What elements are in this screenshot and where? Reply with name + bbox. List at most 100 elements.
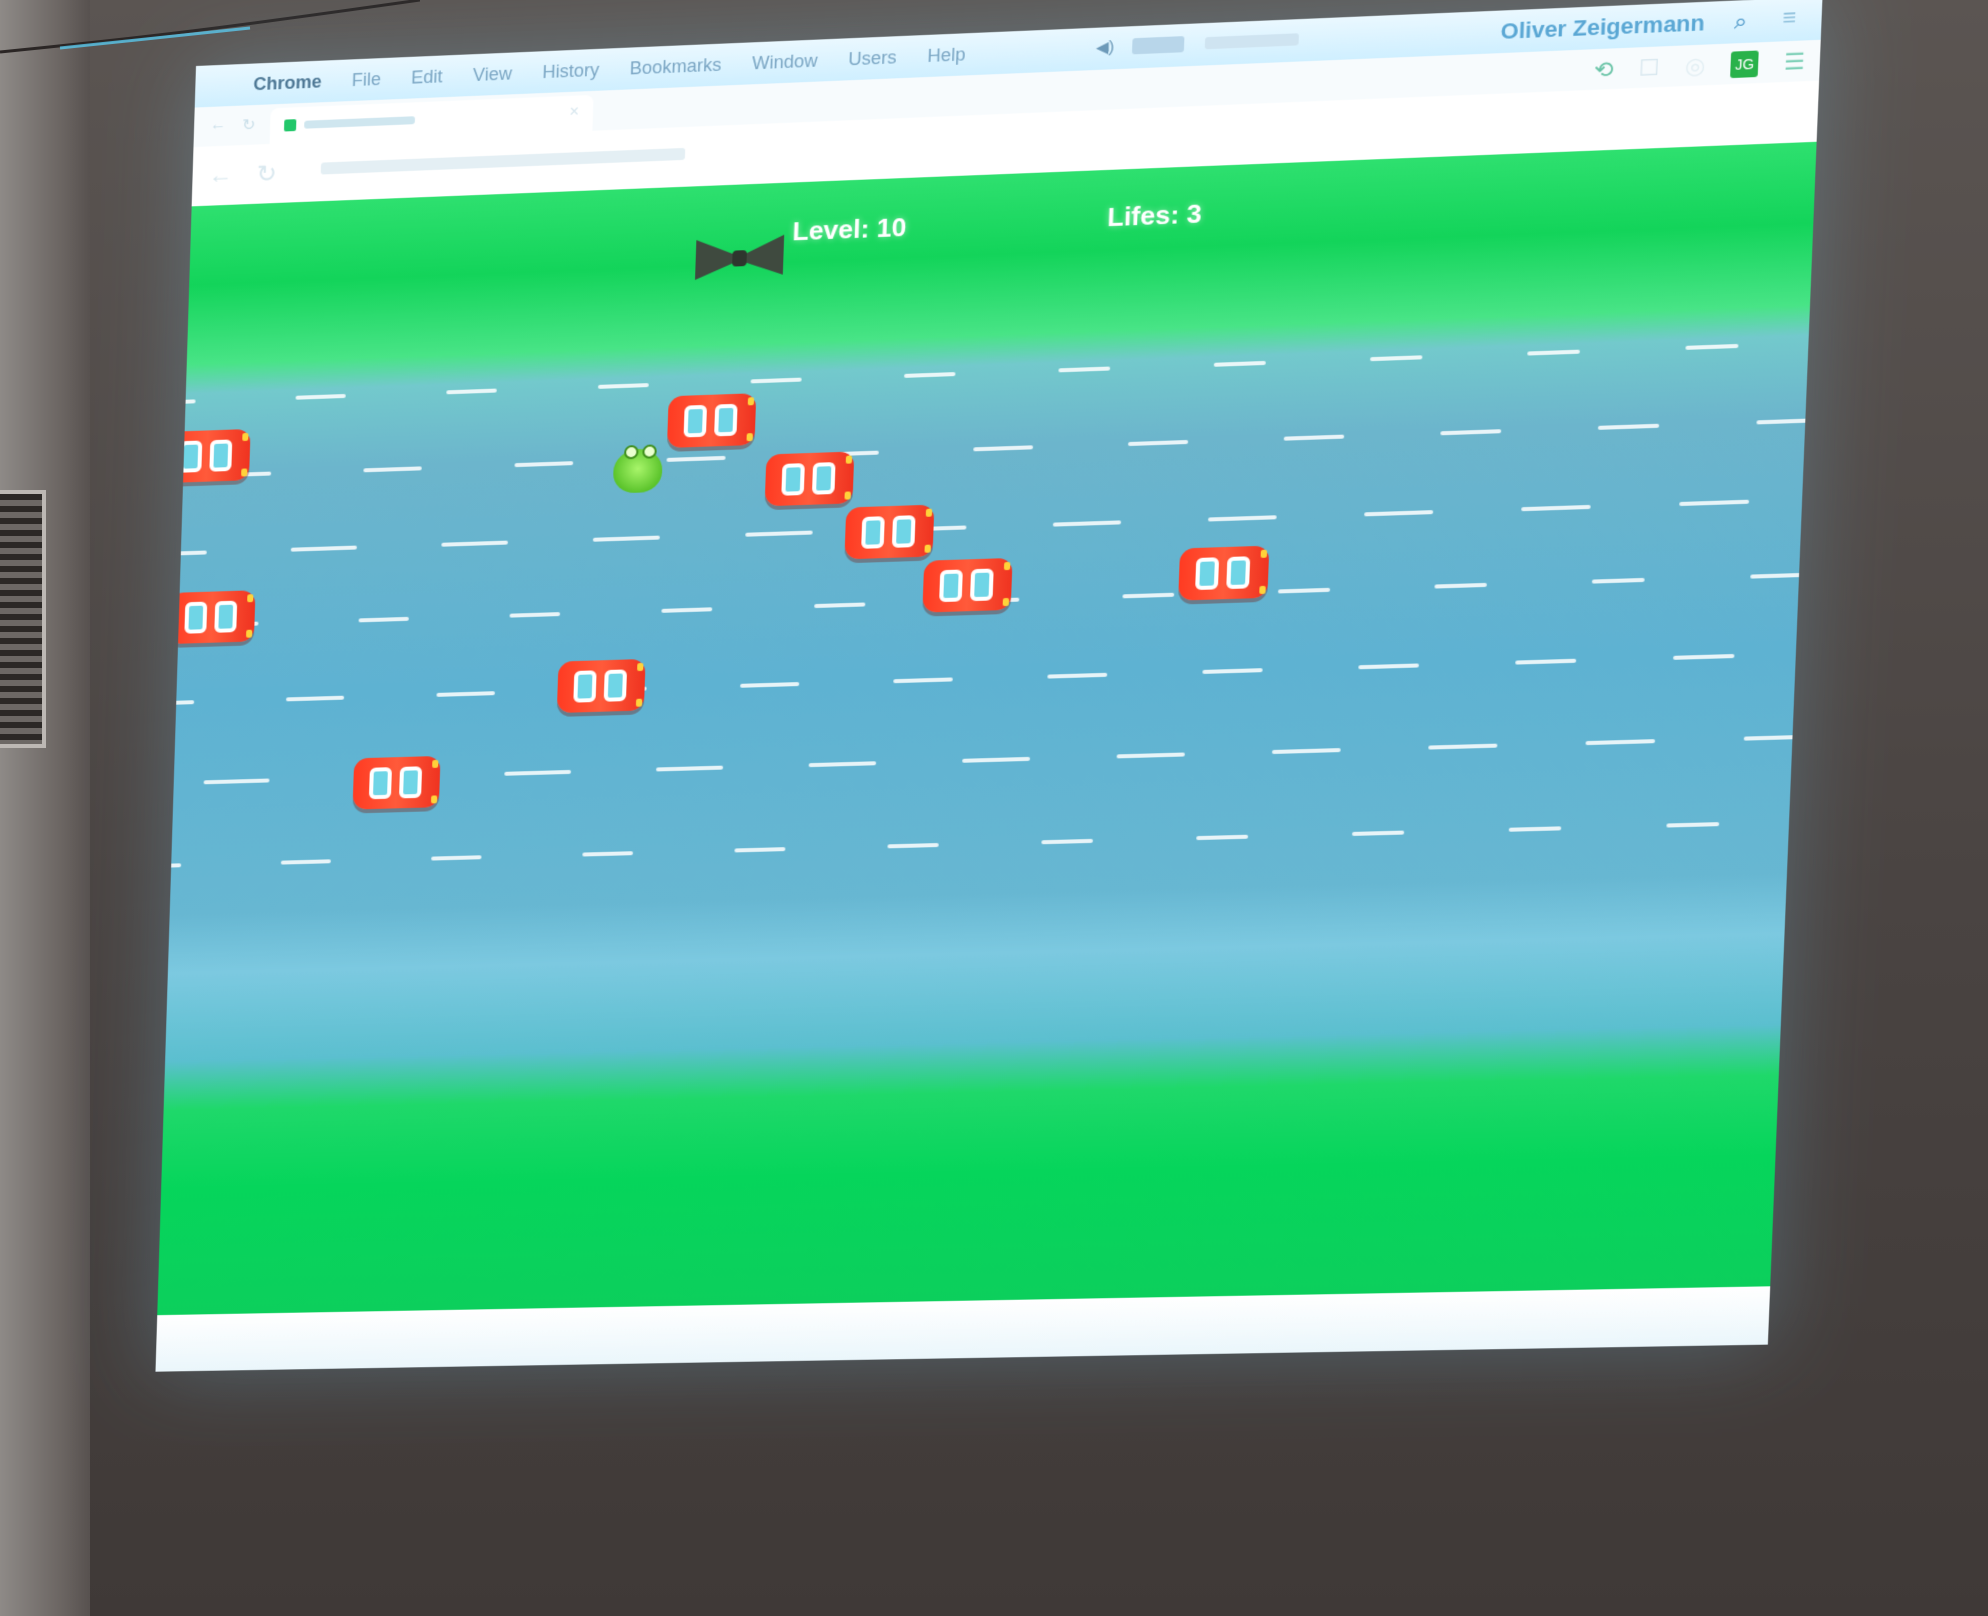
lane-marking [745, 530, 813, 537]
user-name[interactable]: Oliver Zeigermann [1500, 10, 1705, 45]
lane-marking [203, 778, 270, 785]
headlight [844, 491, 851, 500]
lane-marking [1440, 429, 1502, 436]
headlight [747, 397, 755, 406]
lane-marking [1750, 572, 1804, 579]
lane-marking [1370, 355, 1423, 362]
lane-marking [504, 769, 572, 776]
lane-marking [1527, 349, 1580, 356]
lane-marking [1358, 663, 1420, 670]
lane-marking [509, 612, 561, 618]
car [1178, 545, 1270, 601]
menu-view[interactable]: View [473, 63, 513, 86]
clock-icon[interactable] [1204, 33, 1299, 50]
lane-marking [157, 399, 196, 406]
car [844, 504, 935, 560]
headlight [247, 594, 254, 603]
lane-marking [661, 607, 713, 613]
car [764, 451, 855, 507]
level-label: Level: 10 [791, 211, 908, 247]
lane-marking [363, 466, 422, 473]
car [556, 658, 646, 714]
headlight [925, 508, 933, 517]
headlight [1002, 597, 1010, 607]
lane-marking [1047, 672, 1108, 679]
headlight [430, 795, 438, 804]
lane-marking [740, 682, 800, 688]
lane-marking [893, 677, 953, 684]
lane-marking [1591, 577, 1645, 584]
lane-marking [1585, 739, 1656, 746]
menu-edit[interactable]: Edit [411, 66, 443, 88]
menu-file[interactable]: File [351, 69, 382, 91]
browser-window: Chrome File Edit View History Bookmarks … [155, 0, 1823, 1372]
lane-marking [962, 756, 1031, 763]
lane-marking [1041, 838, 1093, 845]
lane-marking [157, 700, 195, 706]
lane-marking [1666, 822, 1720, 828]
menu-app-name[interactable]: Chrome [253, 71, 322, 95]
headlight [637, 662, 644, 672]
lane-marking [1685, 343, 1739, 350]
lane-marking [280, 859, 331, 865]
lane-marking [441, 540, 509, 547]
tab-title [304, 116, 416, 129]
lane-marking [666, 455, 726, 462]
lane-marking [285, 695, 345, 702]
bookmark-icon[interactable]: ☐ [1638, 55, 1660, 82]
lane-marking [1434, 582, 1487, 589]
lane-marking [446, 388, 497, 395]
headlight [1003, 561, 1011, 571]
lane-marking [1271, 748, 1341, 755]
battery-icon[interactable] [1131, 36, 1185, 55]
lane-marking [973, 445, 1034, 452]
lane-marking [1116, 752, 1185, 759]
lane-marking [1058, 366, 1111, 373]
headlight [635, 698, 643, 707]
lane-marking [1202, 668, 1263, 674]
lane-marking [157, 863, 182, 869]
headlight [242, 432, 249, 442]
lane-marking [734, 847, 786, 853]
bowtie-goal-icon [695, 234, 785, 280]
menu-bookmarks[interactable]: Bookmarks [629, 54, 721, 79]
lane-marking [597, 383, 649, 389]
lane-marking [1679, 499, 1750, 507]
lane-marking [514, 461, 574, 468]
extension-icon[interactable]: ◎ [1685, 53, 1706, 80]
lane-marking [358, 616, 409, 623]
game-canvas[interactable]: Level: 10 Lifes: 3 [157, 141, 1817, 1316]
frog-eye [623, 445, 639, 460]
headlight [1259, 585, 1266, 595]
lane-marking [295, 393, 346, 400]
search-icon[interactable]: ⌕ [1734, 8, 1748, 35]
lane-marking [887, 843, 939, 849]
close-icon[interactable]: × [569, 103, 579, 121]
menu-users[interactable]: Users [848, 47, 897, 70]
volume-icon[interactable]: ◀) [1096, 37, 1115, 58]
lane-marking [903, 372, 956, 378]
lane-marking [1277, 587, 1331, 594]
lane-marking [431, 855, 482, 861]
lane-marking [1521, 504, 1591, 512]
headlight [845, 455, 853, 464]
back-icon[interactable]: ← [208, 161, 233, 190]
lane-marking [290, 545, 357, 552]
back-icon[interactable]: ← [210, 116, 227, 134]
extension-icon[interactable]: JG [1730, 50, 1760, 79]
lane-marking [436, 691, 495, 697]
car [163, 428, 251, 484]
lane-marking [1122, 592, 1175, 599]
refresh-icon[interactable]: ⟲ [1593, 57, 1614, 84]
menu-window[interactable]: Window [752, 50, 818, 74]
lane-marking [1213, 360, 1266, 367]
lane-marking [750, 377, 802, 384]
reload-icon[interactable]: ↻ [242, 115, 256, 135]
lane-marking [814, 602, 866, 609]
reload-icon[interactable]: ↻ [256, 159, 277, 189]
menu-help[interactable]: Help [927, 44, 966, 67]
menu-icon[interactable]: ☰ [1783, 49, 1806, 76]
lane-marking [1743, 734, 1814, 741]
menu-history[interactable]: History [542, 59, 600, 82]
list-icon[interactable]: ≡ [1782, 4, 1797, 31]
